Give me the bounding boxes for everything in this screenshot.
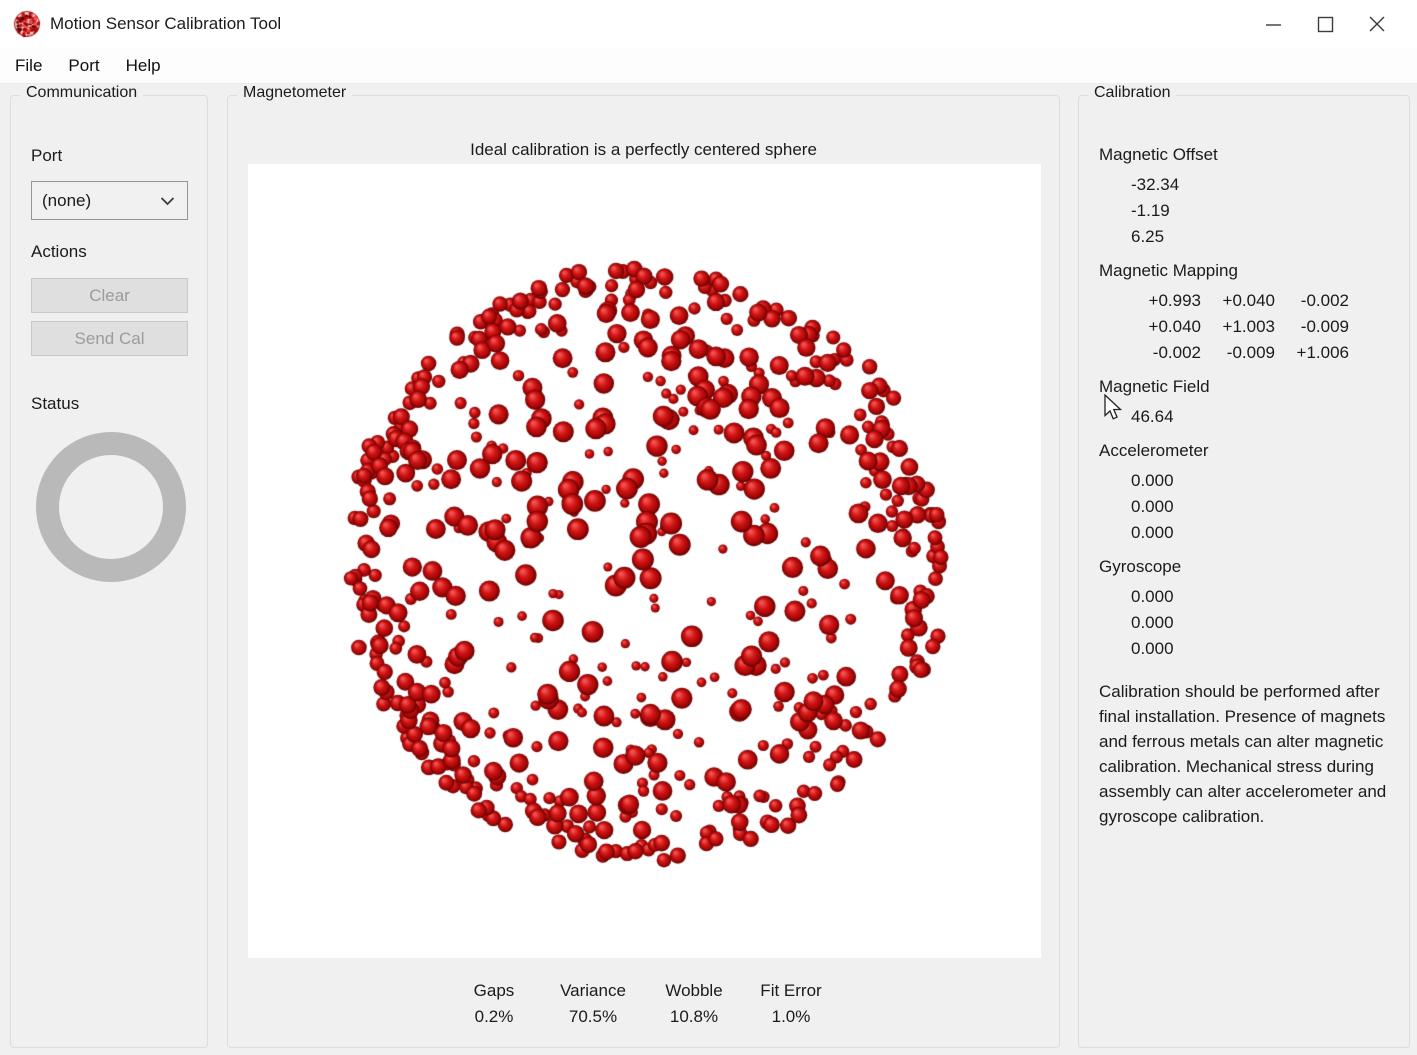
titlebar[interactable]: Motion Sensor Calibration Tool [0,0,1417,48]
menu-help[interactable]: Help [113,51,174,81]
matrix-cell: -0.009 [1275,314,1349,340]
gyroscope-z: 0.000 [1131,636,1399,662]
stat-variance: Variance 70.5% [560,978,626,1030]
accelerometer-label: Accelerometer [1099,439,1399,463]
stat-value: 0.2% [474,1004,515,1030]
send-cal-button[interactable]: Send Cal [31,321,188,356]
stat-label: Wobble [665,978,722,1004]
calibration-panel: Calibration Magnetic Offset -32.34 -1.19… [1078,95,1410,1048]
chevron-down-icon [160,196,175,206]
port-label: Port [31,146,62,166]
stat-wobble: Wobble 10.8% [665,978,722,1030]
magnetometer-caption: Ideal calibration is a perfectly centere… [228,140,1059,160]
window-controls [1247,0,1403,48]
calibration-legend: Calibration [1088,84,1176,102]
matrix-cell: +0.040 [1131,314,1201,340]
close-button[interactable] [1351,0,1403,48]
magnetic-field-label: Magnetic Field [1099,375,1399,399]
close-icon [1368,15,1386,33]
stat-label: Variance [560,978,626,1004]
magnetic-offset-y: -1.19 [1131,198,1399,224]
menu-port[interactable]: Port [55,51,112,81]
magnetic-offset-z: 6.25 [1131,224,1399,250]
magnetic-offset-x: -32.34 [1131,172,1399,198]
accelerometer-z: 0.000 [1131,520,1399,546]
communication-legend: Communication [20,84,143,102]
accelerometer-values: 0.000 0.000 0.000 [1131,468,1399,546]
gyroscope-x: 0.000 [1131,584,1399,610]
stat-value: 1.0% [760,1004,821,1030]
minimize-icon [1265,16,1282,33]
minimize-button[interactable] [1247,0,1299,48]
accelerometer-y: 0.000 [1131,494,1399,520]
magnetometer-panel: Magnetometer Ideal calibration is a perf… [227,95,1060,1048]
stat-label: Fit Error [760,978,821,1004]
magnetometer-3d-view [248,164,1041,958]
gyroscope-label: Gyroscope [1099,555,1399,579]
gyroscope-y: 0.000 [1131,610,1399,636]
gyroscope-values: 0.000 0.000 0.000 [1131,584,1399,662]
stat-value: 10.8% [665,1004,722,1030]
communication-panel: Communication Port (none) Actions Clear … [10,95,208,1048]
stat-label: Gaps [474,978,515,1004]
stat-fit-error: Fit Error 1.0% [760,978,821,1030]
matrix-cell: -0.002 [1131,340,1201,366]
matrix-cell: +0.040 [1201,288,1275,314]
maximize-button[interactable] [1299,0,1351,48]
window-title: Motion Sensor Calibration Tool [50,14,281,34]
menu-file[interactable]: File [2,51,55,81]
stat-value: 70.5% [560,1004,626,1030]
magnetic-offset-values: -32.34 -1.19 6.25 [1131,172,1399,250]
calibration-note: Calibration should be performed after fi… [1099,679,1397,829]
matrix-cell: -0.009 [1201,340,1275,366]
app-icon [13,10,41,38]
magnetic-field-value: 46.64 [1131,404,1399,430]
magnetic-mapping-label: Magnetic Mapping [1099,259,1399,283]
actions-label: Actions [31,242,87,262]
magnetic-mapping-matrix: +0.993 +0.040 -0.002 +0.040 +1.003 -0.00… [1131,288,1399,366]
matrix-cell: +0.993 [1131,288,1201,314]
matrix-cell: +1.003 [1201,314,1275,340]
maximize-icon [1317,16,1334,33]
magnetic-offset-label: Magnetic Offset [1099,143,1399,167]
port-select-value: (none) [42,191,160,211]
menubar: File Port Help [0,48,1417,84]
status-ring-indicator [36,432,186,582]
sphere-point-cloud [248,164,1041,958]
magnetometer-legend: Magnetometer [237,84,352,102]
clear-button[interactable]: Clear [31,278,188,313]
port-select[interactable]: (none) [31,181,188,220]
accelerometer-x: 0.000 [1131,468,1399,494]
matrix-cell: +1.006 [1275,340,1349,366]
matrix-cell: -0.002 [1275,288,1349,314]
status-label: Status [31,394,79,414]
stat-gaps: Gaps 0.2% [474,978,515,1030]
